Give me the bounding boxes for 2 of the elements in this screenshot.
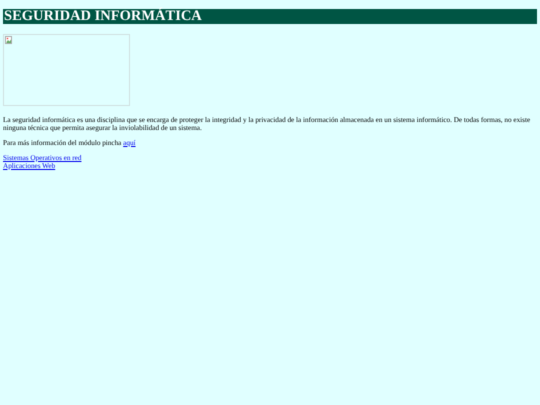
page-title: SEGURIDAD INFORMÁTICA [3, 9, 537, 24]
broken-image-icon [5, 36, 13, 44]
